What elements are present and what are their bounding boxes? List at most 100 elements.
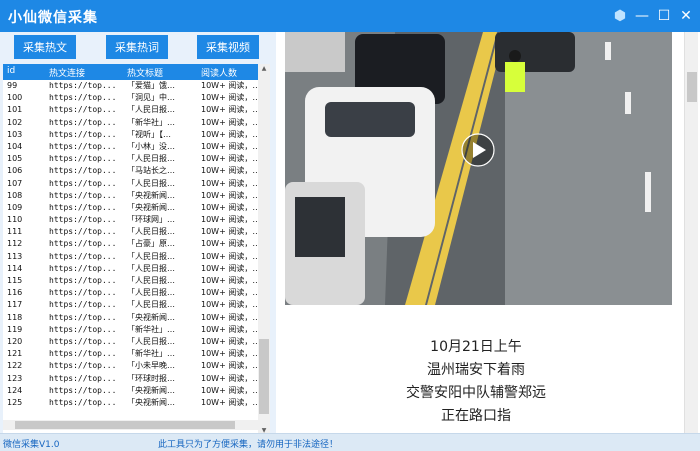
row-url: https://top... (49, 129, 117, 139)
row-id: 103 (7, 129, 23, 139)
close-icon[interactable]: ✕ (676, 6, 696, 26)
row-title: 「新华社」… (127, 117, 175, 127)
row-reads: 10W+ 阅读，… (201, 178, 257, 188)
row-id: 116 (7, 288, 23, 298)
table-row[interactable]: 103 https://top... 「视听」【… 10W+ 阅读，… (3, 129, 258, 141)
table-row[interactable]: 101 https://top... 「人民日报… 10W+ 阅读，… (3, 104, 258, 116)
row-url: https://top... (49, 288, 117, 298)
table-row[interactable]: 122 https://top... 「小未早晚… 10W+ 阅读，… (3, 360, 258, 372)
maximize-icon[interactable]: ☐ (654, 6, 674, 26)
row-url: https://top... (49, 312, 117, 322)
table-vertical-scrollbar[interactable]: ▲ ▼ (258, 64, 270, 436)
row-reads: 10W+ 阅读，… (201, 288, 257, 298)
row-title: 「环球网」… (127, 215, 175, 225)
video-player[interactable] (285, 32, 672, 305)
row-title: 「央视新闻… (127, 312, 175, 322)
row-id: 115 (7, 276, 23, 285)
row-reads: 10W+ 阅读，… (201, 117, 257, 127)
row-id: 122 (7, 361, 23, 371)
row-url: https://top... (49, 349, 117, 359)
row-title: 「占豪」原… (127, 239, 175, 249)
horizontal-scroll-thumb[interactable] (15, 421, 235, 429)
table-row[interactable]: 125 https://top... 「央视新闻… 10W+ 阅读，… (3, 397, 258, 409)
table-row[interactable]: 100 https://top... 「洞见」中… 10W+ 阅读，… (3, 92, 258, 104)
scroll-thumb[interactable] (259, 339, 269, 414)
row-reads: 10W+ 阅读，… (201, 276, 257, 285)
table-row[interactable]: 119 https://top... 「新华社」… 10W+ 阅读，… (3, 324, 258, 336)
table-row[interactable]: 108 https://top... 「央视新闻… 10W+ 阅读，… (3, 190, 258, 202)
table-row[interactable]: 110 https://top... 「环球网」… 10W+ 阅读，… (3, 214, 258, 226)
table-row[interactable]: 109 https://top... 「央视新闻… 10W+ 阅读，… (3, 202, 258, 214)
table-row[interactable]: 124 https://top... 「央视新闻… 10W+ 阅读，… (3, 385, 258, 397)
row-title: 「央视新闻… (127, 397, 175, 407)
row-id: 112 (7, 239, 23, 249)
right-panel: 10月21日上午 温州瑞安下着雨 交警安阳中队辅警郑远 正在路口指 (276, 32, 700, 433)
article-vertical-scrollbar[interactable] (684, 32, 698, 433)
collect-videos-button[interactable]: 采集视频 (197, 35, 259, 59)
row-title: 「马站长之… (127, 166, 175, 176)
row-title: 「人民日报… (127, 336, 175, 346)
collect-hotwords-button[interactable]: 采集热词 (106, 35, 168, 59)
row-reads: 10W+ 阅读，… (201, 202, 257, 212)
table-row[interactable]: 105 https://top... 「人民日报… 10W+ 阅读，… (3, 153, 258, 165)
row-id: 109 (7, 202, 23, 212)
row-id: 120 (7, 336, 23, 346)
row-reads: 10W+ 阅读，… (201, 373, 257, 383)
table-row[interactable]: 112 https://top... 「占豪」原… 10W+ 阅读，… (3, 238, 258, 250)
skin-icon[interactable]: ⬢ (610, 6, 630, 26)
articles-table[interactable]: id 热文连接 热文标题 阅读人数 99 https://top... 「爱猫」饿…… (3, 64, 258, 436)
row-id: 119 (7, 324, 23, 334)
row-reads: 10W+ 阅读，… (201, 105, 257, 115)
table-row[interactable]: 118 https://top... 「央视新闻… 10W+ 阅读，… (3, 312, 258, 324)
row-url: https://top... (49, 227, 117, 237)
table-row[interactable]: 117 https://top... 「人民日报… 10W+ 阅读，… (3, 299, 258, 311)
row-title: 「人民日报… (127, 154, 175, 164)
row-url: https://top... (49, 190, 117, 200)
toolbar: 采集热文 采集热词 采集视频 (0, 32, 276, 62)
video-frame (285, 32, 672, 305)
table-row[interactable]: 99 https://top... 「爱猫」饿… 10W+ 阅读，… (3, 80, 258, 92)
row-id: 106 (7, 166, 23, 176)
header-reads[interactable]: 阅读人数 (201, 66, 257, 79)
table-row[interactable]: 115 https://top... 「人民日报… 10W+ 阅读，… (3, 275, 258, 287)
table-row[interactable]: 116 https://top... 「人民日报… 10W+ 阅读，… (3, 287, 258, 299)
header-title[interactable]: 热文标题 (127, 66, 195, 79)
table-row[interactable]: 120 https://top... 「人民日报… 10W+ 阅读，… (3, 336, 258, 348)
row-title: 「人民日报… (127, 300, 175, 310)
header-id[interactable]: id (7, 66, 45, 76)
article-line-1: 10月21日上午 (430, 339, 522, 355)
collect-articles-button[interactable]: 采集热文 (14, 35, 76, 59)
table-horizontal-scrollbar[interactable] (3, 420, 258, 430)
table-row[interactable]: 113 https://top... 「人民日报… 10W+ 阅读，… (3, 251, 258, 263)
table-row[interactable]: 111 https://top... 「人民日报… 10W+ 阅读，… (3, 226, 258, 238)
table-row[interactable]: 106 https://top... 「马站长之… 10W+ 阅读，… (3, 165, 258, 177)
row-title: 「视听」【… (127, 129, 171, 139)
table-row[interactable]: 121 https://top... 「新华社」… 10W+ 阅读，… (3, 348, 258, 360)
row-id: 111 (7, 227, 23, 237)
table-row[interactable]: 104 https://top... 「小林」没… 10W+ 阅读，… (3, 141, 258, 153)
row-reads: 10W+ 阅读，… (201, 361, 257, 371)
table-row[interactable]: 114 https://top... 「人民日报… 10W+ 阅读，… (3, 263, 258, 275)
table-row[interactable]: 123 https://top... 「环球时报… 10W+ 阅读，… (3, 373, 258, 385)
table-body: 99 https://top... 「爱猫」饿… 10W+ 阅读，… 100 https:… (3, 80, 258, 409)
row-title: 「央视新闻… (127, 190, 175, 200)
row-title: 「爱猫」饿… (127, 81, 175, 90)
row-reads: 10W+ 阅读，… (201, 215, 257, 225)
window-controls: ⬢ — ☐ ✕ (610, 6, 696, 26)
article-scroll-thumb[interactable] (687, 72, 697, 102)
table-row[interactable]: 107 https://top... 「人民日报… 10W+ 阅读，… (3, 178, 258, 190)
row-url: https://top... (49, 141, 117, 151)
row-url: https://top... (49, 117, 117, 127)
row-title: 「小林」没… (127, 141, 175, 151)
minimize-icon[interactable]: — (632, 6, 652, 26)
row-id: 124 (7, 385, 23, 395)
row-reads: 10W+ 阅读，… (201, 190, 257, 200)
left-panel: 采集热文 采集热词 采集视频 id 热文连接 热文标题 阅读人数 99 https… (0, 32, 276, 436)
header-url[interactable]: 热文连接 (49, 66, 119, 79)
row-title: 「人民日报… (127, 276, 175, 285)
row-title: 「人民日报… (127, 178, 175, 188)
row-title: 「人民日报… (127, 263, 175, 273)
article-line-2: 温州瑞安下着雨 (427, 362, 525, 378)
scroll-up-arrow-icon[interactable]: ▲ (258, 64, 270, 74)
table-row[interactable]: 102 https://top... 「新华社」… 10W+ 阅读，… (3, 117, 258, 129)
